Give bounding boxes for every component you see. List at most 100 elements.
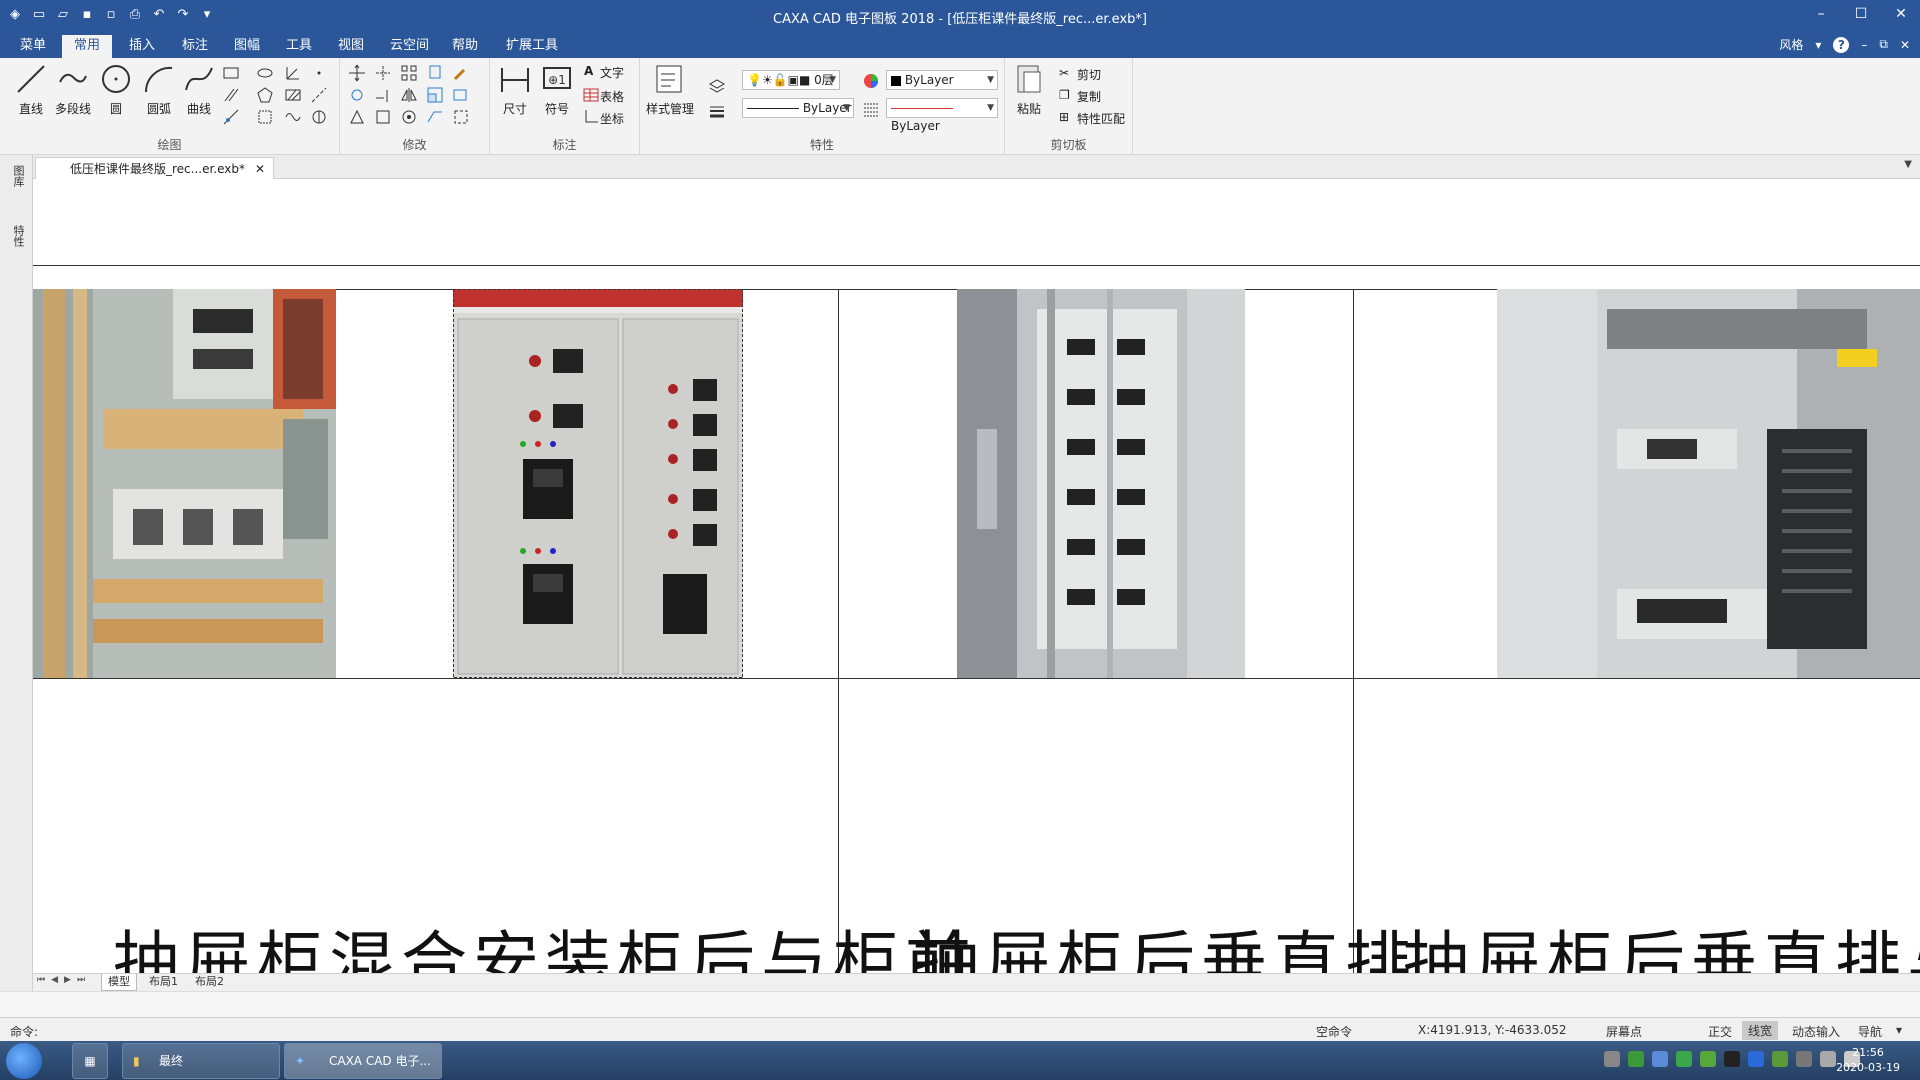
dynamic-input-toggle[interactable]: 动态输入 [1792,1023,1840,1040]
coordinate-button[interactable]: 坐标 [600,110,624,127]
style-dropdown-icon[interactable]: ▾ [1815,38,1821,52]
taskbar-caxa-item[interactable]: ✦ CAXA CAD 电子... [284,1043,442,1079]
cabinet-rear-photo[interactable] [1497,289,1920,678]
scale-icon[interactable] [426,86,444,104]
fillet-icon[interactable] [400,108,418,126]
linetype-scale-icon[interactable] [862,100,880,118]
lineweight-icon[interactable] [708,102,726,120]
ribbon-restore-icon[interactable]: ⧉ [1879,37,1888,52]
wechat-icon[interactable] [1676,1051,1692,1067]
help-icon[interactable]: ? [1833,36,1850,53]
taskbar-folder-item[interactable]: ▮ 最终 [122,1043,280,1079]
layer-select[interactable]: 💡☀🔓▣■ 0层 ▼ [742,70,840,90]
cloud-line-icon[interactable] [310,108,328,126]
copy-button[interactable]: 复制 [1077,88,1101,105]
layout-nav-arrows-icon[interactable]: ⏮◀▶⏭ [37,975,91,985]
taskbar-pinned-app[interactable]: ▦ [72,1043,108,1079]
style-manage-button[interactable]: 样式管理 [646,62,694,117]
document-list-dropdown-icon[interactable]: ▼ [1904,159,1912,170]
color-select[interactable]: ByLayer ▼ [886,70,998,90]
circle-button[interactable]: 圆 [95,62,137,117]
angle-line-icon[interactable] [284,64,302,82]
properties-panel-tab[interactable]: 特性 [12,225,26,247]
polyline-button[interactable]: 多段线 [52,62,94,117]
maximize-icon[interactable]: ☐ [1852,6,1870,22]
chamfer-icon[interactable] [426,108,444,126]
block-icon[interactable] [256,108,274,126]
cabinet-busbar-photo[interactable] [33,289,336,678]
drawing-canvas[interactable]: 抽屉柜混合安装柜后与柜前 抽屉柜后垂直排 抽屉柜后垂直排与水 [33,179,1920,973]
cabinet-front-photo[interactable] [453,289,743,678]
ribbon-minimize-icon[interactable]: – [1861,38,1867,52]
qq-icon[interactable] [1724,1051,1740,1067]
cut-icon[interactable]: ✂ [1059,66,1069,80]
table-icon[interactable] [582,86,600,104]
tab-sheet[interactable]: 图幅 [222,35,272,58]
nvidia-icon[interactable] [1772,1051,1788,1067]
match-properties-button[interactable]: 特性匹配 [1077,110,1125,127]
tray-app-icon[interactable] [1700,1051,1716,1067]
rotate-icon[interactable] [348,86,366,104]
tab-annotate[interactable]: 标注 [170,35,220,58]
library-panel-tab[interactable]: 图库 [12,165,26,187]
command-prompt[interactable]: 命令: [10,1023,38,1040]
tab-cloud[interactable]: 云空间 [378,35,441,58]
polygon-icon[interactable] [256,86,274,104]
coordinate-icon[interactable] [582,108,600,126]
close-document-icon[interactable]: ✕ [255,158,265,180]
status-menu-icon[interactable]: ▾ [1896,1023,1902,1037]
color-wheel-icon[interactable] [862,72,880,90]
tangent-line-icon[interactable] [222,108,240,126]
keyboard-icon[interactable] [1604,1051,1620,1067]
array-icon[interactable] [400,64,418,82]
move-icon[interactable] [348,64,366,82]
extend-icon[interactable] [374,86,392,104]
tab-common[interactable]: 常用 [62,35,113,58]
mirror-icon[interactable] [400,86,418,104]
trim-icon[interactable] [374,64,392,82]
tab-view[interactable]: 视图 [326,35,376,58]
tray-app-icon[interactable] [1796,1051,1812,1067]
explode-icon[interactable] [374,108,392,126]
tab-help[interactable]: 帮助 [440,35,490,58]
dimension-button[interactable]: 尺寸 [494,62,536,117]
network-icon[interactable] [1820,1051,1836,1067]
lineweight-toggle[interactable]: 线宽 [1742,1021,1779,1040]
tray-app-icon[interactable] [1628,1051,1644,1067]
system-clock[interactable]: 21:56 2020-03-19 [1836,1045,1900,1075]
brush-icon[interactable] [452,64,470,82]
snap-mode[interactable]: 屏幕点 [1606,1023,1642,1040]
tab-insert[interactable]: 插入 [117,35,167,58]
lineweight-select[interactable]: ByLayer ▼ [886,98,998,133]
centerline-icon[interactable] [310,86,328,104]
text-icon[interactable]: A [584,64,593,78]
tray-app-icon[interactable] [1652,1051,1668,1067]
cabinet-vertical-busbar-photo[interactable] [957,289,1245,678]
linetype-select[interactable]: ByLayer ▼ [742,98,854,118]
ribbon-close-icon[interactable]: ✕ [1900,38,1910,52]
ellipse-icon[interactable] [256,64,274,82]
line-button[interactable]: 直线 [10,62,52,117]
stretch-icon[interactable] [452,86,470,104]
paste-button[interactable]: 粘贴 [1011,62,1047,117]
match-properties-icon[interactable]: ⊞ [1059,110,1069,124]
symbol-button[interactable]: ⊕1 符号 [536,62,578,117]
copy-object-icon[interactable] [426,64,444,82]
wave-line-icon[interactable] [284,108,302,126]
offset-icon[interactable] [348,108,366,126]
layout-tab-model[interactable]: 模型 [101,974,137,991]
curve-button[interactable]: 曲线 [178,62,220,117]
break-icon[interactable] [452,108,470,126]
rectangle-icon[interactable] [222,64,240,82]
parallel-line-icon[interactable] [222,86,240,104]
layer-manager-icon[interactable] [708,78,726,96]
minimize-icon[interactable]: – [1812,6,1830,22]
ortho-toggle[interactable]: 正交 [1708,1023,1732,1040]
tab-menu[interactable]: 菜单 [8,35,58,58]
cut-button[interactable]: 剪切 [1077,66,1101,83]
point-icon[interactable] [310,64,328,82]
layout-tab-1[interactable]: 布局1 [143,974,184,991]
tab-extensions[interactable]: 扩展工具 [494,35,570,58]
arc-button[interactable]: 圆弧 [138,62,180,117]
style-menu[interactable]: 风格 [1779,36,1803,53]
